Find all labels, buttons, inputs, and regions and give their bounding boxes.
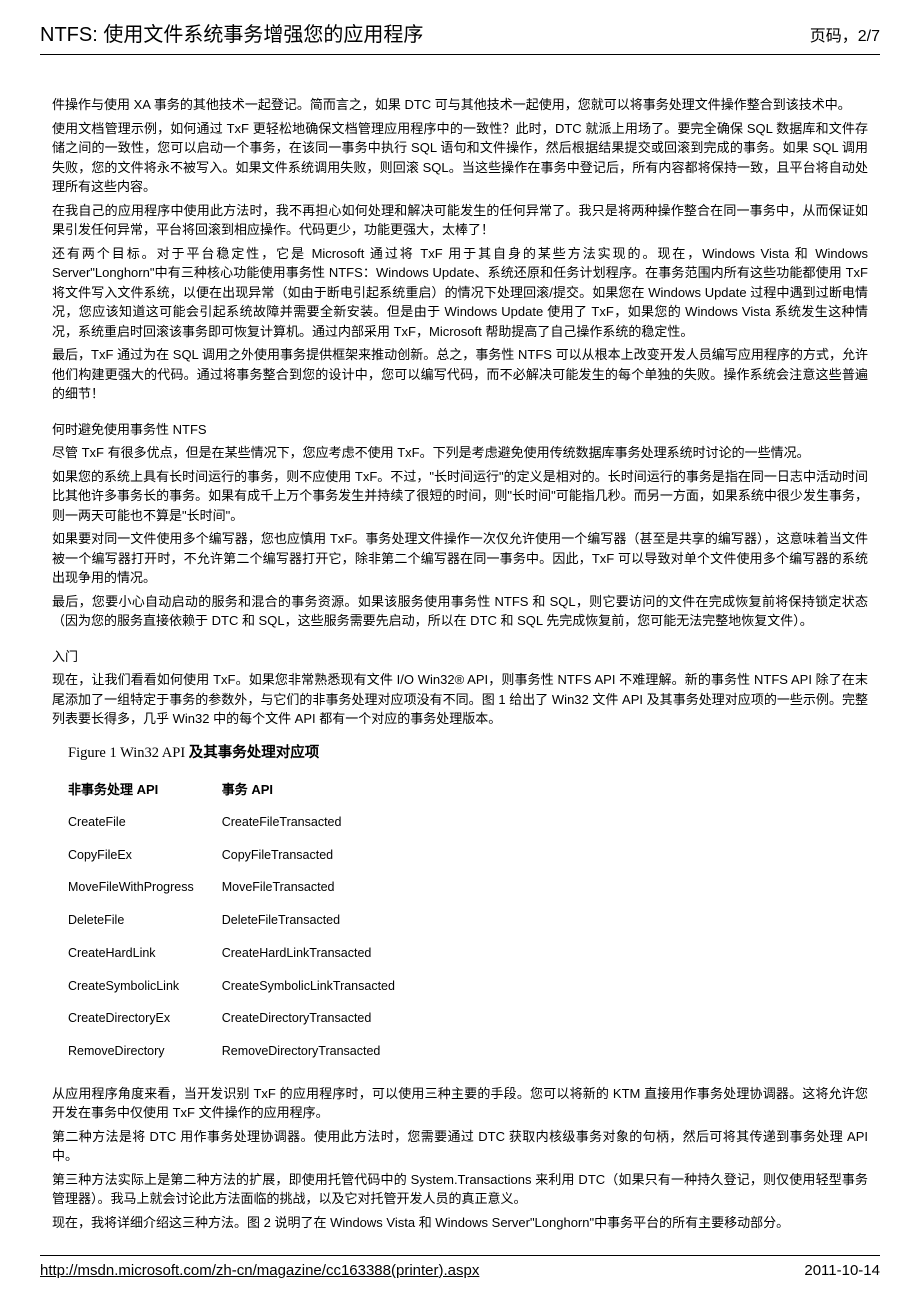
- paragraph: 第三种方法实际上是第二种方法的扩展，即使用托管代码中的 System.Trans…: [52, 1170, 868, 1209]
- table-cell: CreateDirectoryTransacted: [222, 1002, 423, 1035]
- figure-title-prefix: Figure 1 Win32 API: [68, 745, 189, 761]
- document-body: 件操作与使用 XA 事务的其他技术一起登记。简而言之，如果 DTC 可与其他技术…: [40, 95, 880, 1232]
- table-row: CopyFileExCopyFileTransacted: [68, 839, 423, 872]
- paragraph: 使用文档管理示例，如何通过 TxF 更轻松地确保文档管理应用程序中的一致性？此时…: [52, 119, 868, 197]
- page-indicator: 页码，2/7: [810, 25, 880, 49]
- paragraph: 如果您的系统上具有长时间运行的事务，则不应使用 TxF。不过，"长时间运行"的定…: [52, 467, 868, 526]
- table-cell: CreateFileTransacted: [222, 806, 423, 839]
- table-cell: CopyFileTransacted: [222, 839, 423, 872]
- table-row: CreateHardLinkCreateHardLinkTransacted: [68, 937, 423, 970]
- table-cell: CreateFile: [68, 806, 222, 839]
- paragraph: 从应用程序角度来看，当开发识别 TxF 的应用程序时，可以使用三种主要的手段。您…: [52, 1084, 868, 1123]
- page-header: NTFS: 使用文件系统事务增强您的应用程序 页码，2/7: [40, 20, 880, 55]
- paragraph: 还有两个目标。对于平台稳定性，它是 Microsoft 通过将 TxF 用于其自…: [52, 244, 868, 342]
- table-cell: RemoveDirectoryTransacted: [222, 1035, 423, 1068]
- footer-date: 2011-10-14: [804, 1260, 880, 1283]
- paragraph: 件操作与使用 XA 事务的其他技术一起登记。简而言之，如果 DTC 可与其他技术…: [52, 95, 868, 115]
- footer-url: http://msdn.microsoft.com/zh-cn/magazine…: [40, 1260, 479, 1283]
- figure-title: Figure 1 Win32 API 及其事务处理对应项: [68, 743, 868, 765]
- table-cell: MoveFileWithProgress: [68, 871, 222, 904]
- table-cell: CreateSymbolicLinkTransacted: [222, 970, 423, 1003]
- table-row: RemoveDirectoryRemoveDirectoryTransacted: [68, 1035, 423, 1068]
- paragraph: 尽管 TxF 有很多优点，但是在某些情况下，您应考虑不使用 TxF。下列是考虑避…: [52, 443, 868, 463]
- table-header: 事务 API: [222, 774, 423, 806]
- table-row: MoveFileWithProgressMoveFileTransacted: [68, 871, 423, 904]
- section-heading: 何时避免使用事务性 NTFS: [52, 420, 868, 440]
- table-cell: RemoveDirectory: [68, 1035, 222, 1068]
- page-footer: http://msdn.microsoft.com/zh-cn/magazine…: [40, 1255, 880, 1283]
- table-row: CreateDirectoryExCreateDirectoryTransact…: [68, 1002, 423, 1035]
- table-row: CreateSymbolicLinkCreateSymbolicLinkTran…: [68, 970, 423, 1003]
- table-cell: CopyFileEx: [68, 839, 222, 872]
- table-header: 非事务处理 API: [68, 774, 222, 806]
- paragraph: 最后，TxF 通过为在 SQL 调用之外使用事务提供框架来推动创新。总之，事务性…: [52, 345, 868, 404]
- table-cell: DeleteFile: [68, 904, 222, 937]
- table-cell: CreateSymbolicLink: [68, 970, 222, 1003]
- paragraph: 在我自己的应用程序中使用此方法时，我不再担心如何处理和解决可能发生的任何异常了。…: [52, 201, 868, 240]
- table-cell: MoveFileTransacted: [222, 871, 423, 904]
- paragraph: 如果要对同一文件使用多个编写器，您也应慎用 TxF。事务处理文件操作一次仅允许使…: [52, 529, 868, 588]
- table-cell: CreateHardLinkTransacted: [222, 937, 423, 970]
- table-row: CreateFileCreateFileTransacted: [68, 806, 423, 839]
- figure-title-bold: 及其事务处理对应项: [189, 745, 320, 761]
- paragraph: 最后，您要小心自动启动的服务和混合的事务资源。如果该服务使用事务性 NTFS 和…: [52, 592, 868, 631]
- table-cell: CreateDirectoryEx: [68, 1002, 222, 1035]
- table-row: DeleteFileDeleteFileTransacted: [68, 904, 423, 937]
- paragraph: 第二种方法是将 DTC 用作事务处理协调器。使用此方法时，您需要通过 DTC 获…: [52, 1127, 868, 1166]
- table-cell: DeleteFileTransacted: [222, 904, 423, 937]
- document-title: NTFS: 使用文件系统事务增强您的应用程序: [40, 20, 423, 50]
- section-heading: 入门: [52, 647, 868, 667]
- table-header-row: 非事务处理 API 事务 API: [68, 774, 423, 806]
- table-cell: CreateHardLink: [68, 937, 222, 970]
- api-table: 非事务处理 API 事务 API CreateFileCreateFileTra…: [68, 774, 423, 1068]
- paragraph: 现在，让我们看看如何使用 TxF。如果您非常熟悉现有文件 I/O Win32® …: [52, 670, 868, 729]
- paragraph: 现在，我将详细介绍这三种方法。图 2 说明了在 Windows Vista 和 …: [52, 1213, 868, 1233]
